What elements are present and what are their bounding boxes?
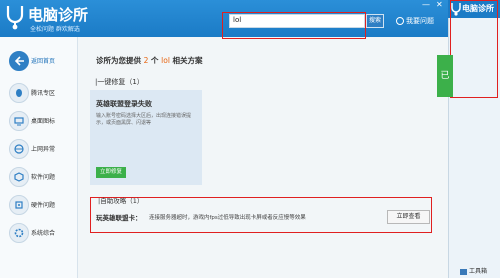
sidebar-item-label: 桌面图标: [31, 118, 56, 125]
feedback-link[interactable]: 我要问题: [396, 16, 434, 26]
sidebar-item-home[interactable]: 返回首页: [0, 46, 78, 76]
view-now-button[interactable]: 立即查看: [387, 210, 430, 224]
search-button[interactable]: 搜索: [366, 14, 384, 28]
sidebar-item-label: 返回首页: [31, 58, 56, 65]
sidebar-item-network[interactable]: 上网异常: [0, 134, 78, 164]
fix-card-title: 英雄联盟登录失败: [96, 100, 152, 108]
toolbox-icon: [460, 268, 467, 275]
sidebar-item-software[interactable]: 软件问题: [0, 162, 78, 192]
toolbox-link[interactable]: 工具箱: [460, 266, 487, 275]
sidebar-item-hardware[interactable]: 硬件问题: [0, 190, 78, 220]
back-arrow-icon: [9, 51, 29, 71]
stethoscope-logo-icon: [6, 6, 24, 30]
section-title-one-click-fix: |一键修复（1）: [95, 78, 144, 86]
system-icon: [9, 223, 29, 243]
app-title: 电脑诊所: [28, 6, 89, 24]
question-icon: [396, 17, 404, 25]
sidebar-item-tencent[interactable]: 腾讯专区: [0, 78, 78, 108]
results-heading: 诊所为您提供 2 个 lol 相关方案: [96, 56, 203, 65]
fix-card-description: 输入账号密码选择大区后，出现连接错误提示，或页面黑屏、闪退等: [96, 113, 192, 126]
section-title-self-help: |自助攻略（1）: [98, 197, 144, 205]
fix-now-button[interactable]: 立即修复: [96, 167, 126, 178]
close-button[interactable]: ✕: [436, 0, 443, 9]
search-input[interactable]: lol: [229, 14, 365, 28]
sidebar-item-label: 软件问题: [31, 174, 56, 181]
sidebar-item-system[interactable]: 系统综合: [0, 218, 78, 248]
annotation-box-right: [450, 0, 498, 98]
guide-item-label: 玩英雄联盟卡：: [96, 214, 142, 222]
minimize-button[interactable]: —: [422, 0, 430, 9]
app-icon: [9, 167, 29, 187]
sidebar-item-label: 腾讯专区: [31, 90, 56, 97]
sidebar-item-desktop[interactable]: 桌面图标: [0, 106, 78, 136]
desktop-icon: [9, 111, 29, 131]
app-slogan: 全松问题 群欢解选: [30, 26, 80, 33]
penguin-icon: [9, 83, 29, 103]
sidebar-item-label: 系统综合: [31, 230, 56, 237]
search-input-value: lol: [233, 16, 242, 24]
hardware-icon: [9, 195, 29, 215]
search-keyword: lol: [161, 56, 170, 65]
result-count: 2: [143, 56, 149, 65]
green-side-tab[interactable]: 已: [437, 55, 453, 97]
guide-item-text: 连接服务器超时，游戏内fps过低导致出现卡屏或者反应慢等效果: [149, 215, 306, 221]
sidebar-item-label: 硬件问题: [31, 202, 56, 209]
sidebar-item-label: 上网异常: [31, 146, 56, 153]
globe-icon: [9, 139, 29, 159]
